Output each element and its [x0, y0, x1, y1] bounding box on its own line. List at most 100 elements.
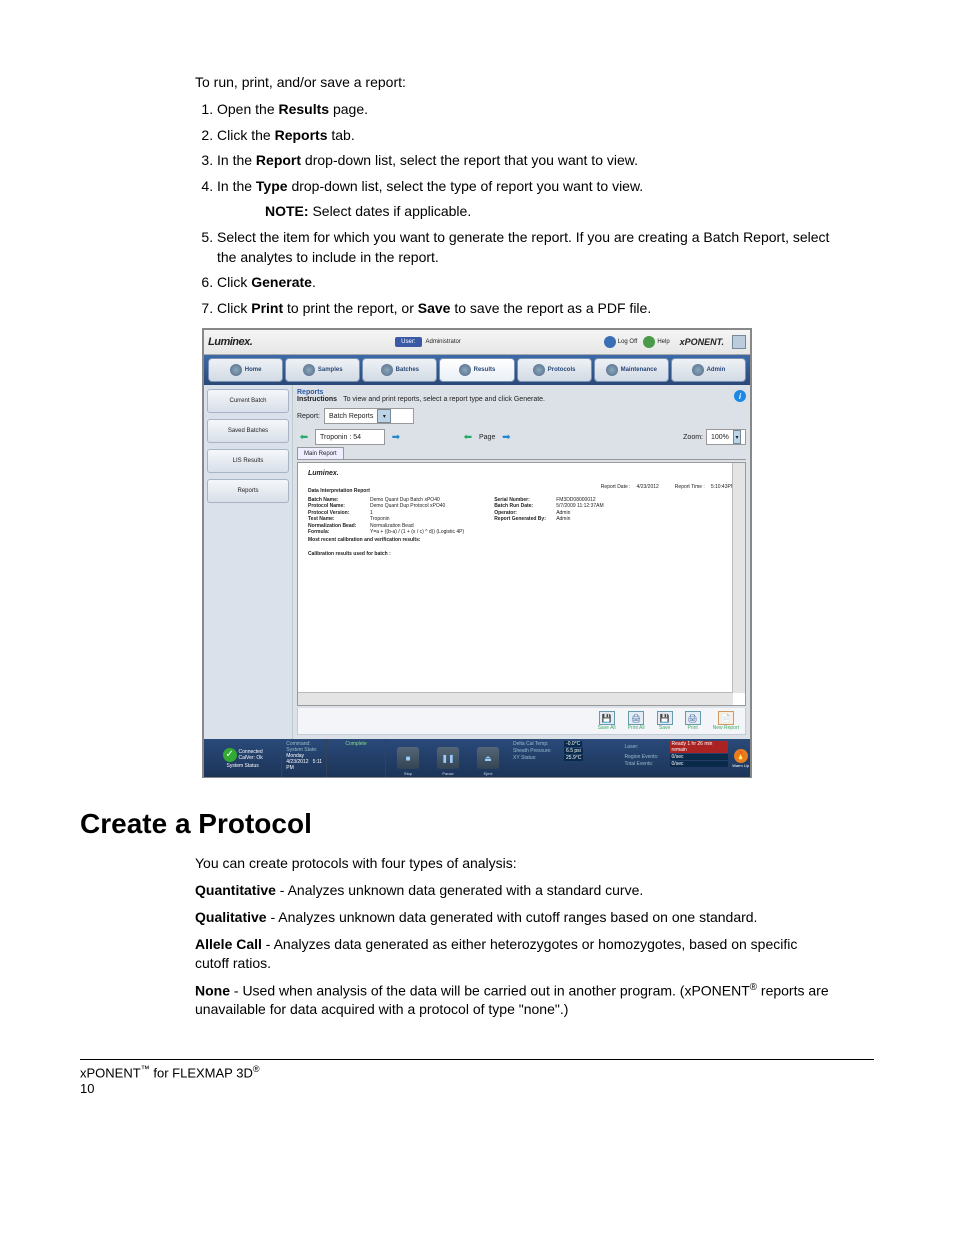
t: Results — [279, 101, 330, 117]
step-3: In the Report drop-down list, select the… — [217, 151, 834, 171]
t: Open the — [217, 101, 279, 117]
zoom-dropdown[interactable]: 100%▾ — [706, 429, 746, 445]
chevron-down-icon: ▾ — [733, 430, 741, 444]
t: Samples — [318, 367, 343, 373]
t: Most recent calibration and verification… — [308, 537, 421, 544]
tab-maintenance[interactable]: Maintenance — [594, 358, 669, 382]
tab-admin[interactable]: Admin — [671, 358, 746, 382]
side-lis-results[interactable]: LIS Results — [207, 449, 289, 473]
print-button[interactable]: 🖨Print — [685, 711, 701, 731]
t: Delta Cal Temp: — [513, 741, 561, 747]
t: Report — [256, 152, 301, 168]
new-report-button[interactable]: 📄New Report — [713, 711, 739, 731]
t: page. — [329, 101, 368, 117]
t: Allele Call — [195, 936, 262, 952]
luminex-logo: Luminex. — [208, 336, 252, 348]
t: Qualitative — [195, 909, 267, 925]
status-bar: ✓ConnectedCalVer: Ok System Status Comma… — [204, 739, 750, 777]
print-all-button[interactable]: 🖨Print All — [628, 711, 645, 731]
print-all-icon: 🖨 — [628, 711, 644, 725]
t: Results — [474, 367, 496, 373]
pause-button[interactable]: ❚❚Pause — [437, 747, 459, 769]
warmup-button[interactable]: 🔥 Warm Up — [731, 739, 750, 777]
report-label: Report: — [297, 413, 320, 420]
step-4: In the Type drop-down list, select the t… — [217, 177, 834, 222]
t: System Status — [227, 763, 259, 769]
report-left-col: Batch Name:Demo Quant Dup Batch xPO40 Pr… — [308, 497, 464, 558]
t: - Analyzes data generated as either hete… — [195, 936, 797, 971]
help-icon — [643, 336, 655, 348]
report-dropdown[interactable]: Batch Reports▾ — [324, 408, 414, 424]
t: Print All — [628, 725, 645, 731]
scrollbar-horizontal[interactable] — [298, 692, 733, 705]
t: - Analyzes unknown data generated with c… — [267, 909, 758, 925]
report-viewer: Luminex. Data Interpretation Report Repo… — [297, 462, 746, 706]
save-all-icon: 💾 — [599, 711, 615, 725]
eject-button[interactable]: ⏏Eject — [477, 747, 499, 769]
t: xPONENT — [80, 1066, 141, 1081]
side-nav: Current Batch Saved Batches LIS Results … — [204, 385, 293, 739]
t: tab. — [327, 127, 354, 143]
tab-home[interactable]: Home — [208, 358, 283, 382]
zoom-label: Zoom: — [683, 434, 703, 441]
main-panel: Reports InstructionsTo view and print re… — [293, 385, 750, 739]
next-page-button[interactable]: ➡ — [499, 431, 513, 443]
t: Print — [251, 300, 283, 316]
tab-samples[interactable]: Samples — [285, 358, 360, 382]
app-screenshot: Luminex. User: Administrator Log Off Hel… — [202, 328, 752, 778]
t: Eject — [484, 771, 493, 776]
t: Calibration results used for batch : — [308, 551, 391, 558]
step-7: Click Print to print the report, or Save… — [217, 299, 834, 319]
t: Admin — [707, 367, 726, 373]
t: Complete — [345, 741, 366, 747]
t: Total Events: — [625, 761, 667, 767]
next-type-button[interactable]: ➡ — [389, 431, 403, 443]
results-icon — [459, 364, 471, 376]
page-number: 10 — [80, 1081, 874, 1096]
report-tab-main[interactable]: Main Report — [297, 447, 344, 459]
type-dropdown[interactable]: Troponin : 54 — [315, 429, 385, 445]
t: New Report — [713, 725, 739, 731]
stop-button[interactable]: ■Stop — [397, 747, 419, 769]
help-button[interactable]: Help — [643, 336, 669, 348]
t: Sheath Pressure: — [513, 748, 561, 754]
window-control-icon[interactable] — [732, 335, 746, 349]
action-row: 💾Save All 🖨Print All 💾Save 🖨Print 📄New R… — [297, 708, 746, 735]
steps-list: Open the Results page. Click the Reports… — [195, 100, 834, 318]
t: Region Events: — [625, 754, 667, 760]
none-para: None - Used when analysis of the data wi… — [195, 981, 834, 1019]
logoff-button[interactable]: Log Off — [604, 336, 638, 348]
t: Click the — [217, 127, 275, 143]
tab-results[interactable]: Results — [439, 358, 514, 382]
side-current-batch[interactable]: Current Batch — [207, 389, 289, 413]
tab-batches[interactable]: Batches — [362, 358, 437, 382]
save-all-button[interactable]: 💾Save All — [598, 711, 616, 731]
t: for FLEXMAP 3D — [150, 1066, 253, 1081]
prev-type-button[interactable]: ⬅ — [297, 431, 311, 443]
step-5: Select the item for which you want to ge… — [217, 228, 834, 267]
reg-mark: ® — [750, 982, 757, 993]
step-1: Open the Results page. — [217, 100, 834, 120]
t: Type — [256, 178, 288, 194]
info-icon[interactable]: i — [734, 390, 746, 402]
prev-page-button[interactable]: ⬅ — [461, 431, 475, 443]
step-2: Click the Reports tab. — [217, 126, 834, 146]
panel-title: Reports — [297, 389, 545, 396]
t: Monday 4/23/2012 — [286, 753, 308, 765]
page-footer: xPONENT™ for FLEXMAP 3D® 10 — [80, 1059, 874, 1095]
side-reports[interactable]: Reports — [207, 479, 289, 503]
scrollbar-vertical[interactable] — [732, 463, 745, 693]
t: Save — [418, 300, 451, 316]
protocols-icon — [533, 364, 545, 376]
intro-text: To run, print, and/or save a report: — [195, 74, 834, 90]
t: Reports — [275, 127, 328, 143]
t: . — [312, 274, 316, 290]
side-saved-batches[interactable]: Saved Batches — [207, 419, 289, 443]
t: None — [195, 982, 230, 998]
t: Report Time : — [675, 484, 705, 495]
tab-protocols[interactable]: Protocols — [517, 358, 592, 382]
allele-call-para: Allele Call - Analyzes data generated as… — [195, 935, 834, 973]
t: Generate — [251, 274, 312, 290]
save-button[interactable]: 💾Save — [657, 711, 673, 731]
admin-icon — [692, 364, 704, 376]
